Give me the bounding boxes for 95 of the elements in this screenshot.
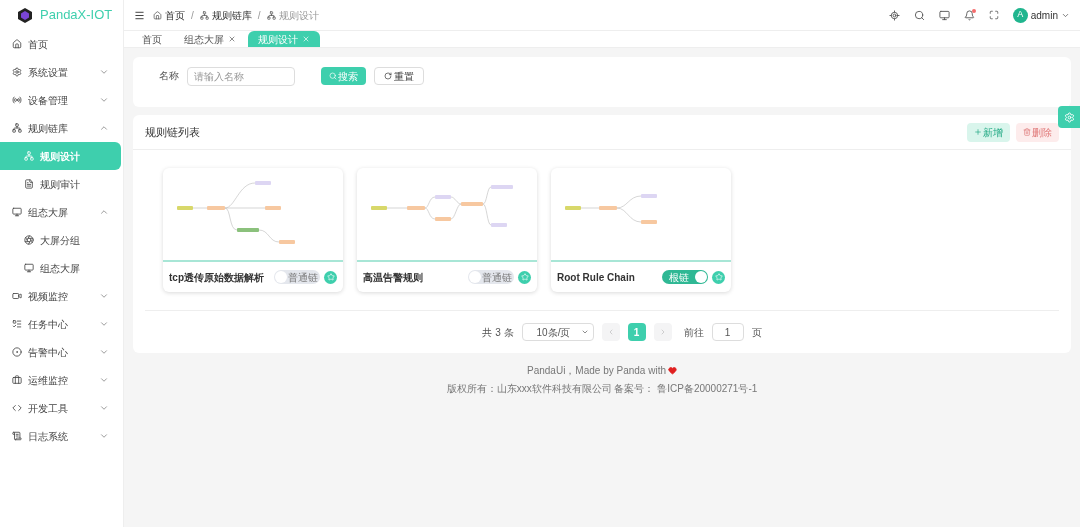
- gear-icon: [12, 67, 22, 77]
- tab[interactable]: 组态大屏: [174, 31, 246, 47]
- panel-title: 规则链列表: [145, 124, 201, 140]
- logo-icon: [18, 7, 32, 23]
- star-button[interactable]: [712, 270, 725, 284]
- sidebar-item[interactable]: 日志系统: [0, 422, 121, 450]
- play-icon: [12, 291, 22, 301]
- settings-icon: [1063, 111, 1075, 123]
- briefcase-icon: [12, 375, 22, 385]
- chevron-up-icon: [99, 123, 109, 133]
- monitor-icon: [24, 263, 34, 273]
- sidebar-item[interactable]: 大屏分组: [0, 226, 121, 254]
- sidebar-item[interactable]: 规则审计: [0, 170, 121, 198]
- plus-icon: [974, 128, 982, 136]
- card-title: Root Rule Chain: [557, 270, 636, 285]
- refresh-icon: [384, 72, 392, 80]
- heart-icon: [668, 366, 677, 375]
- total-count: 共 3 条: [482, 325, 514, 340]
- hierarchy-icon: [266, 10, 276, 20]
- breadcrumb-separator: /: [191, 8, 194, 23]
- sidebar-item[interactable]: 设备管理: [0, 86, 121, 114]
- rule-chain-card[interactable]: tcp透传原始数据解析 普通链: [163, 168, 343, 292]
- sidebar-item[interactable]: 组态大屏: [0, 198, 121, 226]
- search-icon: [329, 72, 337, 80]
- footer-copyright: 版权所有：山东xxx软件科技有限公司 备案号： 鲁ICP备20000271号-1: [446, 382, 758, 396]
- list-icon: [12, 319, 22, 329]
- sidebar-item[interactable]: 任务中心: [0, 310, 121, 338]
- sidebar-item[interactable]: 开发工具: [0, 394, 121, 422]
- breadcrumb-item[interactable]: 首页: [165, 7, 185, 23]
- star-icon: [520, 273, 529, 281]
- app-name: PandaX-IOT: [40, 6, 113, 25]
- footer-credit: PandaUi，Made by Panda with: [527, 364, 666, 378]
- code-icon: [12, 403, 22, 413]
- home-icon: [12, 39, 22, 49]
- hierarchy-icon: [199, 10, 209, 20]
- name-input[interactable]: 请输入名称: [187, 67, 295, 86]
- chain-toggle[interactable]: 普通链: [468, 270, 514, 284]
- target-icon[interactable]: [888, 9, 900, 21]
- chevron-down-icon: [99, 431, 109, 441]
- chevron-down-icon: [99, 319, 109, 329]
- chevron-down-icon: [99, 375, 109, 385]
- chevron-down-icon: [99, 291, 109, 301]
- chevron-up-icon: [99, 207, 109, 217]
- search-icon[interactable]: [913, 9, 925, 21]
- page-size-select[interactable]: 10条/页: [521, 323, 594, 341]
- sidebar-item[interactable]: 首页: [0, 30, 121, 58]
- monitor-icon[interactable]: [938, 9, 950, 21]
- trash-icon: [1023, 128, 1031, 136]
- goto-label: 前往: [683, 325, 704, 340]
- document-icon: [12, 431, 22, 441]
- sidebar-item[interactable]: 视频监控: [0, 282, 121, 310]
- star-button[interactable]: [518, 270, 531, 284]
- sidebar-item[interactable]: 告警中心: [0, 338, 121, 366]
- field-label: 名称: [159, 69, 179, 83]
- hierarchy-icon: [24, 151, 34, 161]
- breadcrumb-item[interactable]: 规则链库: [211, 7, 252, 23]
- chevron-down-icon: [99, 95, 109, 105]
- reset-button[interactable]: 重置: [374, 67, 424, 85]
- breadcrumb-separator: /: [257, 8, 261, 23]
- document-icon: [24, 179, 34, 189]
- chain-toggle[interactable]: 普通链: [274, 270, 320, 284]
- sidebar-item[interactable]: 规则链库: [0, 114, 121, 142]
- rule-chain-card[interactable]: 高温告警规则 普通链: [357, 168, 537, 292]
- user-name[interactable]: admin: [1030, 7, 1058, 23]
- signal-icon: [12, 95, 22, 105]
- fullscreen-icon[interactable]: [988, 10, 999, 20]
- card-title: 高温告警规则: [363, 270, 424, 285]
- rule-chain-card[interactable]: Root Rule Chain 根链: [551, 168, 731, 292]
- toggle-knob: [275, 271, 287, 283]
- star-button[interactable]: [324, 270, 337, 284]
- record-icon: [12, 347, 22, 357]
- home-icon: [153, 10, 162, 20]
- chevron-down-icon: [580, 328, 589, 336]
- card-title: tcp透传原始数据解析: [169, 270, 265, 285]
- star-icon: [326, 273, 335, 281]
- chevron-down-icon: [99, 67, 109, 77]
- notification-button[interactable]: [963, 9, 975, 21]
- menu-icon[interactable]: [134, 9, 145, 21]
- star-icon: [714, 273, 723, 281]
- close-icon[interactable]: [228, 35, 236, 43]
- sidebar-item[interactable]: 系统设置: [0, 58, 121, 86]
- tab[interactable]: 首页: [132, 31, 172, 47]
- bell-icon: [963, 9, 975, 21]
- aperture-icon: [24, 235, 34, 245]
- toggle-knob: [469, 271, 481, 283]
- chevron-down-icon: [99, 403, 109, 413]
- chevron-down-icon: [99, 347, 109, 357]
- page-suffix: 页: [751, 325, 762, 340]
- sidebar-item[interactable]: 组态大屏: [0, 254, 121, 282]
- sidebar-item[interactable]: 运维监控: [0, 366, 121, 394]
- page-input[interactable]: 1: [711, 323, 744, 341]
- toggle-knob: [695, 271, 707, 283]
- hierarchy-icon: [12, 123, 22, 133]
- breadcrumb-item: 规则设计: [278, 8, 319, 23]
- monitor-icon: [12, 207, 22, 217]
